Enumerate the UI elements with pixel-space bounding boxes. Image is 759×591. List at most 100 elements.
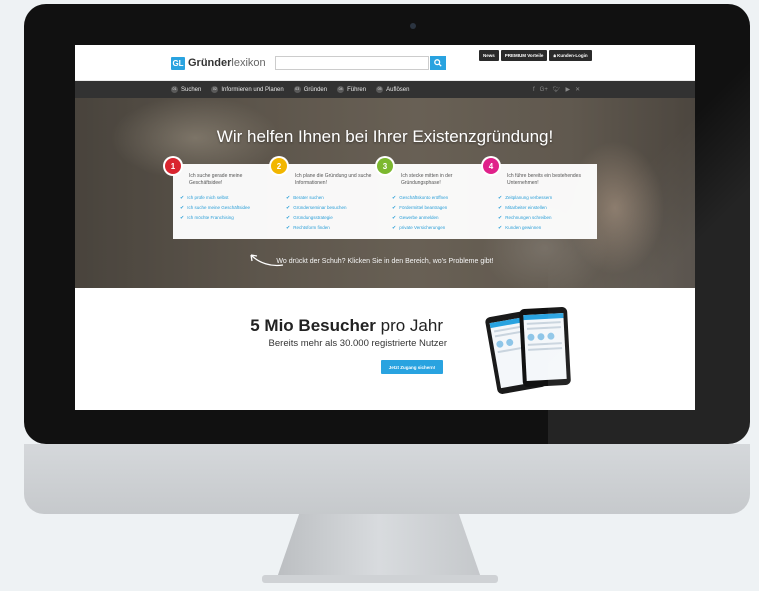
premium-link[interactable]: PREMIUM Vorteile: [500, 50, 548, 61]
phase-link-label: Rechtsform finden: [293, 225, 330, 230]
nav-item-informieren[interactable]: 02 Informieren und Planen: [211, 86, 284, 93]
phase-link-label: Ich prüfe mich selbst: [187, 195, 229, 200]
phase-card-title: Ich führe bereits ein bestehendes Untern…: [507, 173, 581, 186]
check-icon: ✔: [286, 195, 291, 201]
phase-link[interactable]: ✔ Ich prüfe mich selbst: [180, 195, 274, 201]
visitors-period: pro Jahr: [375, 316, 443, 335]
check-icon: ✔: [286, 225, 291, 231]
social-icons: f G+ 🐦︎ ▶ ✕: [533, 81, 580, 98]
check-icon: ✔: [392, 205, 397, 211]
check-icon: ✔: [392, 215, 397, 221]
check-icon: ✔: [392, 195, 397, 201]
phase-card-1[interactable]: 1 Ich suche gerade meine Geschäftsidee! …: [165, 158, 279, 239]
nav-item-gruenden[interactable]: 03 Gründen: [293, 86, 328, 93]
login-label: Kunden-Login: [557, 53, 588, 58]
check-icon: ✔: [498, 215, 503, 221]
logo-text-bold: Gründer: [188, 57, 232, 69]
monitor-stand: [276, 514, 482, 578]
phase-link[interactable]: ✔ Gewerbe anmelden: [392, 215, 486, 221]
search-button[interactable]: [430, 56, 446, 70]
phase-link-label: Geschäftskonto eröffnen: [399, 195, 449, 200]
phase-number-badge: 4: [483, 158, 499, 174]
nav-number: 02: [211, 86, 219, 93]
phase-link[interactable]: ✔ private Versicherungen: [392, 225, 486, 231]
login-link[interactable]: 🔒︎ Kunden-Login: [549, 50, 592, 61]
tablet-image-front: [518, 306, 572, 388]
phase-link-label: Rechnungen schreiben: [505, 215, 552, 220]
phase-cards: 1 Ich suche gerade meine Geschäftsidee! …: [165, 158, 597, 239]
check-icon: ✔: [180, 195, 185, 201]
phase-link[interactable]: ✔ Gründungsstrategie: [286, 215, 380, 221]
phase-link-label: Ich suche meine Geschäftsidee: [187, 205, 250, 210]
phase-link-label: Kunden gewinnen: [505, 225, 542, 230]
desktop-mockup: GL Gründer lexikon News PREMIUM Vorteile …: [0, 0, 759, 591]
nav-label: Auflösen: [386, 86, 410, 93]
monitor-stand-base: [262, 575, 498, 583]
phase-link[interactable]: ✔ Geschäftskonto eröffnen: [392, 195, 486, 201]
top-links: News PREMIUM Vorteile 🔒︎ Kunden-Login: [479, 50, 592, 61]
nav-label: Führen: [347, 86, 367, 93]
phase-link[interactable]: ✔ Berater suchen: [286, 195, 380, 201]
check-icon: ✔: [498, 195, 503, 201]
main-nav: 01 Suchen 02 Informieren und Planen 03 Grün…: [75, 81, 695, 98]
phase-link-label: private Versicherungen: [399, 225, 446, 230]
phase-link-label: Berater suchen: [293, 195, 324, 200]
nav-number: 03: [293, 86, 301, 93]
phase-number-badge: 3: [377, 158, 393, 174]
check-icon: ✔: [180, 205, 185, 211]
check-icon: ✔: [286, 205, 291, 211]
phase-link[interactable]: ✔ Zeitplanung verbessern: [498, 195, 592, 201]
site-logo[interactable]: GL Gründer lexikon: [171, 55, 266, 71]
site-header: GL Gründer lexikon News PREMIUM Vorteile …: [75, 45, 695, 81]
search-input[interactable]: [275, 56, 429, 70]
news-link[interactable]: News: [479, 50, 499, 61]
google-plus-icon[interactable]: G+: [540, 87, 548, 93]
visitors-count: 5 Mio Besucher: [250, 316, 376, 335]
hero-title: Wir helfen Ihnen bei Ihrer Existenzgründ…: [216, 127, 554, 146]
twitter-icon[interactable]: 🐦︎: [553, 86, 561, 93]
nav-item-fuehren[interactable]: 04 Führen: [337, 86, 366, 93]
nav-number: 01: [171, 86, 178, 93]
phase-card-4[interactable]: 4 Ich führe bereits ein bestehendes Unte…: [483, 158, 597, 239]
phase-link[interactable]: ✔ Ich suche meine Geschäftsidee: [180, 205, 274, 211]
phase-number-badge: 1: [165, 158, 181, 174]
phase-card-title: Ich plane die Gründung und suche Informa…: [295, 173, 372, 186]
monitor-chin: [24, 444, 750, 514]
facebook-icon[interactable]: f: [533, 87, 535, 93]
nav-label: Suchen: [181, 86, 202, 93]
phase-link-label: Fördermittel beantragen: [399, 205, 448, 210]
nav-number: 04: [337, 86, 345, 93]
phase-link[interactable]: ✔ Ich möchte Franchising: [180, 215, 274, 221]
phase-link-label: Gewerbe anmelden: [399, 215, 439, 220]
nav-item-aufloesen[interactable]: 05 Auflösen: [376, 86, 409, 93]
search-icon: [434, 59, 442, 67]
youtube-icon[interactable]: ▶: [565, 86, 570, 93]
xing-icon[interactable]: ✕: [575, 86, 580, 93]
phase-link[interactable]: ✔ Rechtsform finden: [286, 225, 380, 231]
phase-card-2[interactable]: 2 Ich plane die Gründung und suche Infor…: [271, 158, 385, 239]
check-icon: ✔: [498, 205, 503, 211]
stats-section: 5 Mio Besucher pro Jahr Bereits mehr als…: [75, 288, 695, 410]
nav-label: Informieren und Planen: [221, 86, 284, 93]
phase-link-label: Mitarbeiter einstellen: [505, 205, 547, 210]
visitors-headline: 5 Mio Besucher pro Jahr: [225, 316, 443, 336]
phase-link[interactable]: ✔ Fördermittel beantragen: [392, 205, 486, 211]
phase-card-3[interactable]: 3 Ich stecke mitten in der Gründungsphas…: [377, 158, 491, 239]
phase-link-label: Gründerseminar besuchen: [293, 205, 347, 210]
logo-text-light: lexikon: [231, 57, 266, 69]
check-icon: ✔: [180, 215, 185, 221]
phase-link[interactable]: ✔ Kunden gewinnen: [498, 225, 592, 231]
phase-link[interactable]: ✔ Rechnungen schreiben: [498, 215, 592, 221]
logo-badge: GL: [171, 56, 185, 70]
phase-link[interactable]: ✔ Gründerseminar besuchen: [286, 205, 380, 211]
phase-card-title: Ich stecke mitten in der Gründungsphase!: [401, 173, 453, 186]
nav-number: 05: [376, 86, 384, 93]
nav-label: Gründen: [303, 86, 328, 93]
nav-item-suchen[interactable]: 01 Suchen: [171, 86, 201, 93]
get-access-button[interactable]: Jetzt Zugang sichern!: [381, 360, 443, 374]
webcam: [410, 23, 416, 29]
phase-card-title: Ich suche gerade meine Geschäftsidee!: [189, 173, 243, 186]
phase-link[interactable]: ✔ Mitarbeiter einstellen: [498, 205, 592, 211]
check-icon: ✔: [392, 225, 397, 231]
phase-link-label: Ich möchte Franchising: [187, 215, 234, 220]
